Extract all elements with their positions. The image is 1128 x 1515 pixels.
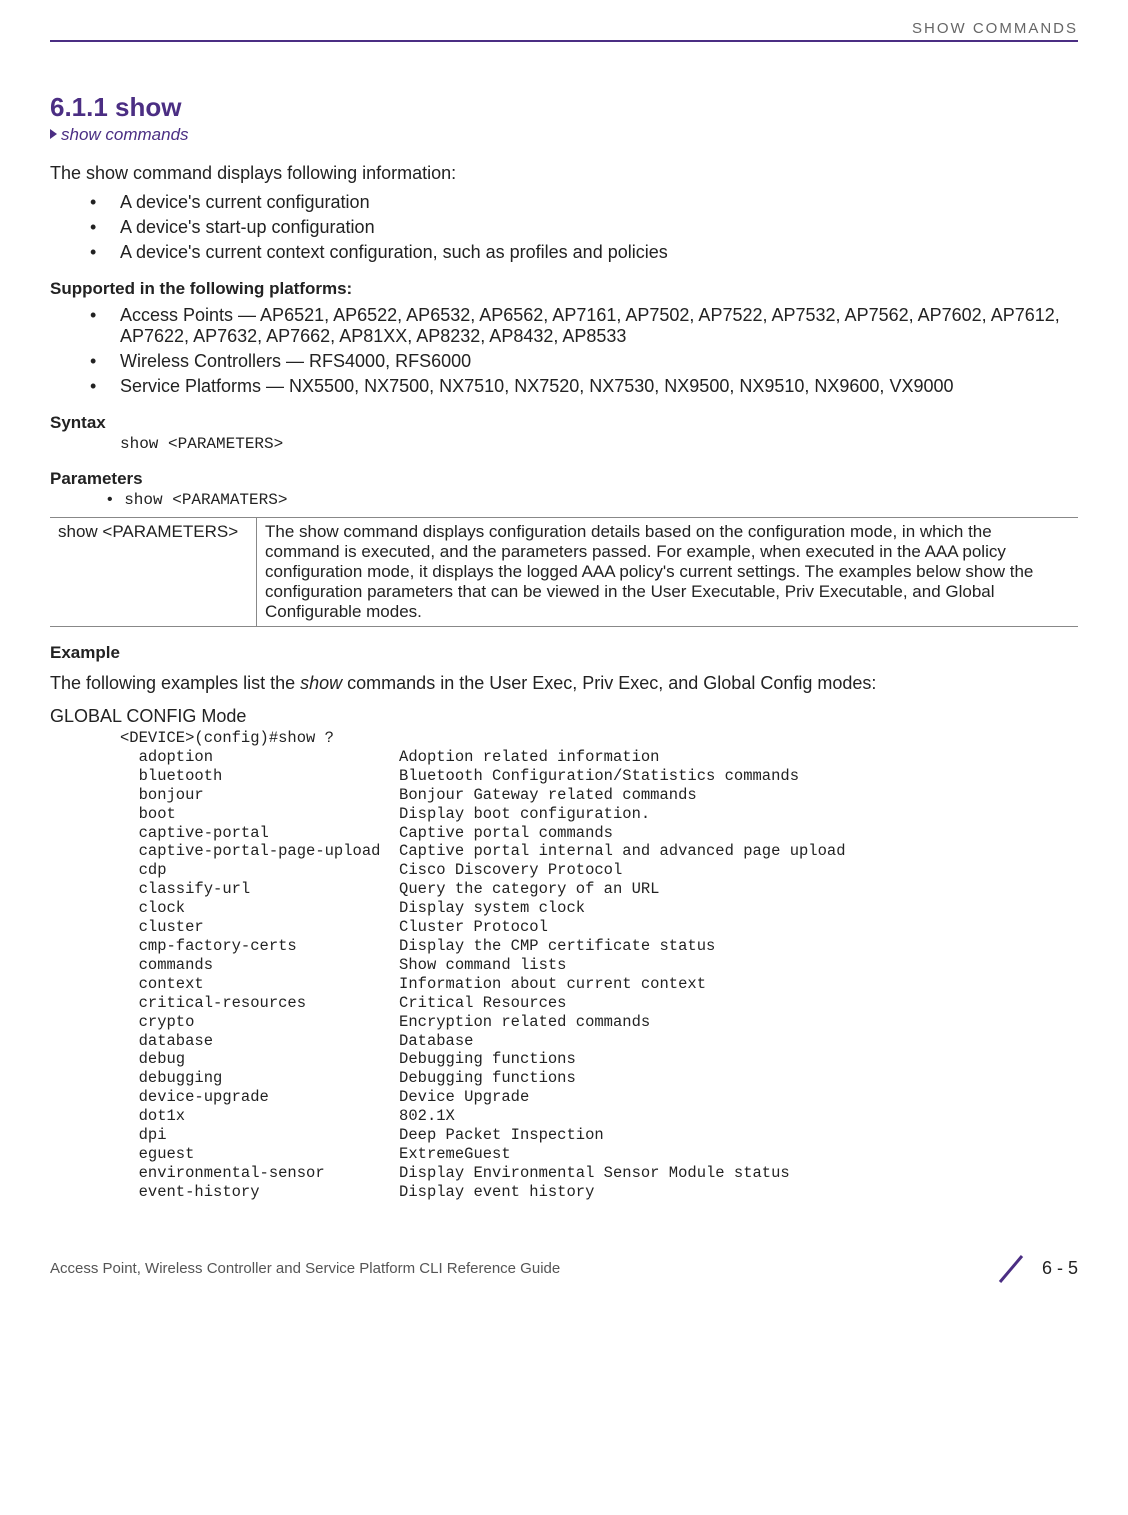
parameters-line: • show <PARAMATERS> xyxy=(105,491,1078,509)
breadcrumb: show commands xyxy=(50,125,1078,145)
list-item: A device's current context configuration… xyxy=(90,242,1078,263)
page-number: 6 - 5 xyxy=(1042,1258,1078,1279)
syntax-code: show <PARAMETERS> xyxy=(120,435,1078,453)
section-title: 6.1.1 show xyxy=(50,92,1078,123)
running-head: SHOW COMMANDS xyxy=(50,20,1078,42)
page-footer: Access Point, Wireless Controller and Se… xyxy=(50,1252,1078,1286)
syntax-head: Syntax xyxy=(50,413,1078,433)
arrow-right-icon xyxy=(50,129,57,139)
example-intro-pre: The following examples list the xyxy=(50,673,300,693)
example-intro: The following examples list the show com… xyxy=(50,673,1078,694)
supported-bullets: Access Points — AP6521, AP6522, AP6532, … xyxy=(50,305,1078,397)
mode-heading: GLOBAL CONFIG Mode xyxy=(50,706,1078,727)
supported-head: Supported in the following platforms: xyxy=(50,279,1078,299)
footer-guide-title: Access Point, Wireless Controller and Se… xyxy=(50,1260,560,1277)
list-item: Access Points — AP6521, AP6522, AP6532, … xyxy=(90,305,1078,347)
intro-text: The show command displays following info… xyxy=(50,163,1078,184)
example-intro-ital: show xyxy=(300,673,342,693)
param-desc-cell: The show command displays configuration … xyxy=(257,518,1079,627)
list-item: Service Platforms — NX5500, NX7500, NX75… xyxy=(90,376,1078,397)
list-item: Wireless Controllers — RFS4000, RFS6000 xyxy=(90,351,1078,372)
intro-bullets: A device's current configuration A devic… xyxy=(50,192,1078,263)
list-item: A device's start-up configuration xyxy=(90,217,1078,238)
list-item: A device's current configuration xyxy=(90,192,1078,213)
example-intro-post: commands in the User Exec, Priv Exec, an… xyxy=(342,673,876,693)
param-name-cell: show <PARAMETERS> xyxy=(50,518,257,627)
cli-output: <DEVICE>(config)#show ? adoption Adoptio… xyxy=(120,729,1078,1202)
slash-icon xyxy=(996,1252,1026,1286)
parameters-head: Parameters xyxy=(50,469,1078,489)
parameters-table: show <PARAMETERS> The show command displ… xyxy=(50,517,1078,627)
example-head: Example xyxy=(50,643,1078,663)
breadcrumb-text: show commands xyxy=(61,125,189,144)
table-row: show <PARAMETERS> The show command displ… xyxy=(50,518,1078,627)
